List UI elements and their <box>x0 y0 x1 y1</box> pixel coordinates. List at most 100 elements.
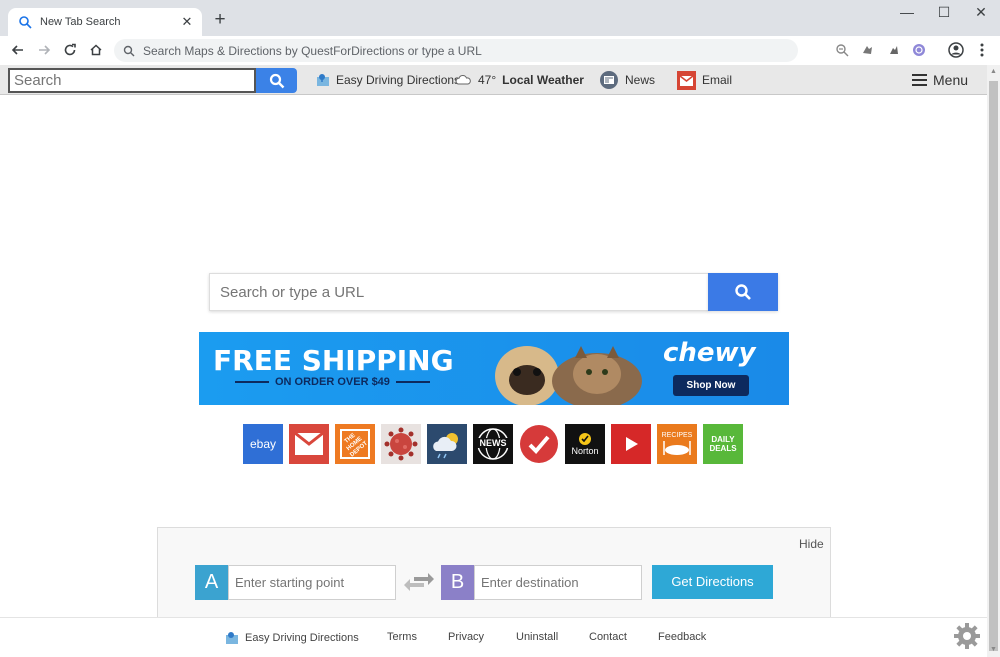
home-icon <box>90 44 102 56</box>
footer-feedback-link[interactable]: Feedback <box>658 631 706 643</box>
main-search-button[interactable] <box>708 273 778 311</box>
topbar-search-button[interactable] <box>256 68 297 93</box>
destination-badge: B <box>441 565 474 600</box>
topbar-easy-driving-link[interactable]: Easy Driving Directions <box>316 65 460 95</box>
browser-titlebar: New Tab Search ✕ + — ☐ ✕ <box>0 0 1000 36</box>
play-icon <box>626 437 638 451</box>
checkmark-icon <box>520 425 558 463</box>
banner-brand-logo: chewy <box>663 338 756 368</box>
cloud-icon <box>455 74 471 85</box>
plate-icon <box>663 440 691 455</box>
forward-button[interactable] <box>34 40 54 60</box>
address-bar-placeholder: Search Maps & Directions by QuestForDire… <box>143 43 482 58</box>
zoom-icon[interactable] <box>834 42 850 58</box>
tile-todo[interactable] <box>519 424 559 464</box>
page-topbar: Easy Driving Directions 47° Local Weathe… <box>0 65 987 95</box>
tile-ebay-label: ebay <box>249 437 277 451</box>
email-icon <box>677 70 696 90</box>
tile-recipes-label: RECIPES <box>661 431 693 439</box>
tile-norton[interactable]: Norton <box>565 424 605 464</box>
shop-now-button[interactable]: Shop Now <box>673 375 749 396</box>
news-icon <box>600 71 618 89</box>
close-window-button[interactable]: ✕ <box>963 0 999 26</box>
tile-home-depot[interactable]: THE HOME DEPOT <box>335 424 375 464</box>
footer-privacy-link[interactable]: Privacy <box>448 631 484 643</box>
topbar-email-link[interactable]: Email <box>677 65 732 95</box>
footer-contact-link[interactable]: Contact <box>589 631 627 643</box>
tile-daily-deals-label: DAILY DEALS <box>709 435 737 453</box>
close-tab-icon[interactable]: ✕ <box>180 14 194 30</box>
starting-point-input[interactable] <box>228 565 396 600</box>
tab-title: New Tab Search <box>40 16 121 28</box>
arrow-left-icon <box>11 45 23 55</box>
scrollbar-thumb[interactable] <box>989 81 998 651</box>
footer-easy-driving-link[interactable]: Easy Driving Directions <box>225 631 359 645</box>
footer-easy-driving-label: Easy Driving Directions <box>245 632 359 644</box>
gmail-icon <box>295 433 323 455</box>
more-menu-icon[interactable] <box>974 42 990 58</box>
search-icon <box>19 16 32 29</box>
tile-home-depot-label: THE HOME DEPOT <box>343 432 370 458</box>
start-badge: A <box>195 565 228 600</box>
weather-icon <box>433 433 458 459</box>
destination-input[interactable] <box>474 565 642 600</box>
topbar-search-input[interactable] <box>8 68 256 93</box>
search-icon <box>269 73 284 88</box>
reload-icon <box>64 43 76 56</box>
page-footer: Easy Driving Directions Terms Privacy Un… <box>0 617 987 657</box>
map-pin-icon <box>226 632 238 644</box>
get-directions-button[interactable]: Get Directions <box>652 565 773 599</box>
tile-gmail[interactable] <box>289 424 329 464</box>
tile-news[interactable]: NEWS <box>473 424 513 464</box>
profile-icon[interactable] <box>948 42 964 58</box>
tile-recipes[interactable]: RECIPES <box>657 424 697 464</box>
new-tab-button[interactable]: + <box>210 9 230 31</box>
tile-norton-label: Norton <box>571 446 599 456</box>
hamburger-icon <box>912 74 927 86</box>
virus-icon <box>384 427 418 461</box>
scroll-down-arrow-icon[interactable]: ▼ <box>989 645 998 655</box>
browser-toolbar: Search Maps & Directions by QuestForDire… <box>0 36 1000 64</box>
extension-icon[interactable] <box>860 42 876 58</box>
browser-tab[interactable]: New Tab Search ✕ <box>8 8 202 36</box>
banner-headline: FREE SHIPPING <box>213 344 454 377</box>
address-bar[interactable]: Search Maps & Directions by QuestForDire… <box>114 39 798 62</box>
topbar-email-label: Email <box>702 73 733 87</box>
swap-arrows-icon[interactable] <box>404 572 434 592</box>
tile-news-label: NEWS <box>476 438 510 448</box>
main-search-input[interactable] <box>209 273 709 311</box>
search-icon <box>735 284 751 300</box>
weather-temperature: 47° <box>478 73 497 87</box>
settings-gear-icon[interactable] <box>953 622 981 650</box>
quick-links: ebay THE HOME DEPOT NEWS Norton RECIPES … <box>243 424 749 464</box>
search-icon <box>123 45 135 56</box>
maximize-button[interactable]: ☐ <box>926 0 962 26</box>
topbar-news-link[interactable]: News <box>599 65 655 95</box>
topbar-news-label: News <box>625 73 656 87</box>
pets-image <box>495 346 642 405</box>
back-button[interactable] <box>8 40 28 60</box>
banner-subline-text: ON ORDER OVER $49 <box>275 376 390 388</box>
menu-label: Menu <box>933 72 969 88</box>
extension-puzzle-icon[interactable] <box>886 42 902 58</box>
tile-virus-tracker[interactable] <box>381 424 421 464</box>
tile-ebay[interactable]: ebay <box>243 424 283 464</box>
tile-weather[interactable] <box>427 424 467 464</box>
hide-link[interactable]: Hide <box>799 537 824 551</box>
page-scrollbar[interactable]: ▲ ▼ <box>987 65 1000 657</box>
topbar-weather-link[interactable]: 47° Local Weather <box>454 65 584 95</box>
weather-label: Local Weather <box>502 73 584 87</box>
map-pin-icon <box>317 74 329 86</box>
ad-banner[interactable]: FREE SHIPPING ON ORDER OVER $49 chewy Sh… <box>199 332 789 405</box>
scroll-up-arrow-icon[interactable]: ▲ <box>989 67 998 77</box>
footer-uninstall-link[interactable]: Uninstall <box>516 631 558 643</box>
reload-button[interactable] <box>60 40 80 60</box>
home-button[interactable] <box>86 40 106 60</box>
minimize-button[interactable]: — <box>889 0 925 26</box>
extension-shield-icon[interactable] <box>911 42 927 58</box>
tile-youtube[interactable] <box>611 424 651 464</box>
footer-terms-link[interactable]: Terms <box>387 631 417 643</box>
menu-button[interactable]: Menu <box>912 65 968 95</box>
tile-daily-deals[interactable]: DAILY DEALS <box>703 424 743 464</box>
arrow-right-icon <box>39 45 51 55</box>
